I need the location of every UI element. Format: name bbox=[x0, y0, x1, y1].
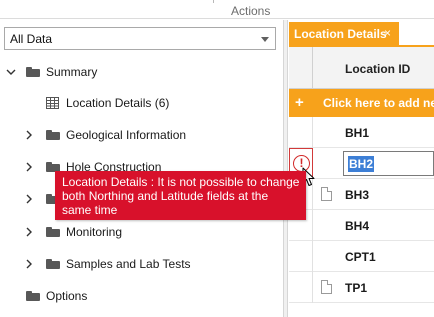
location-id-editor[interactable]: BH2 bbox=[343, 151, 434, 176]
chevron-expanded-icon[interactable] bbox=[6, 67, 16, 77]
tab-location-details[interactable]: Location Details × bbox=[289, 22, 399, 45]
table-row[interactable]: TP1 bbox=[289, 272, 434, 303]
chevron-right-icon[interactable] bbox=[24, 259, 34, 269]
table-row[interactable]: CPT1 bbox=[289, 241, 434, 272]
ribbon-bar: Actions bbox=[0, 0, 434, 19]
chevron-right-icon[interactable] bbox=[24, 130, 34, 140]
tab-title: Location Details bbox=[294, 27, 387, 41]
data-filter-value: All Data bbox=[10, 32, 53, 46]
location-id-cell[interactable]: BH1 bbox=[345, 126, 369, 140]
location-id-cell[interactable]: BH3 bbox=[345, 188, 369, 202]
chevron-right-icon[interactable] bbox=[24, 162, 34, 172]
error-tooltip: Location Details : It is not possible to… bbox=[55, 171, 306, 220]
location-id-cell[interactable]: CPT1 bbox=[345, 250, 376, 264]
chevron-right-icon[interactable] bbox=[24, 194, 34, 204]
folder-icon bbox=[46, 227, 60, 237]
tree-item-location-details[interactable]: Location Details (6) bbox=[0, 93, 283, 113]
ribbon-group-label: Actions bbox=[231, 4, 271, 18]
close-icon[interactable]: × bbox=[384, 26, 391, 40]
tree-item-samples-lab-tests[interactable]: Samples and Lab Tests bbox=[0, 254, 283, 274]
tree-item-label: Summary bbox=[46, 65, 98, 79]
location-id-cell[interactable]: TP1 bbox=[345, 281, 367, 295]
tree-item-label: Location Details (6) bbox=[66, 96, 170, 110]
row-selector-header bbox=[289, 47, 313, 89]
tree-item-summary[interactable]: Summary bbox=[0, 62, 283, 82]
tree-item-label: Geological Information bbox=[66, 128, 187, 142]
pane-splitter[interactable] bbox=[283, 20, 288, 317]
add-row-label: Click here to add new bbox=[323, 96, 434, 110]
row-selector[interactable] bbox=[289, 272, 313, 303]
error-tooltip-message: Location Details : It is not possible to… bbox=[62, 175, 300, 217]
table-row[interactable]: BH4 bbox=[289, 210, 434, 241]
folder-icon bbox=[26, 67, 40, 77]
location-id-cell[interactable]: BH4 bbox=[345, 219, 369, 233]
chevron-down-icon bbox=[261, 37, 269, 42]
tree-item-label: Monitoring bbox=[66, 225, 123, 239]
ribbon-separator bbox=[213, 0, 214, 3]
document-icon bbox=[321, 187, 332, 201]
folder-icon bbox=[46, 130, 60, 140]
table-row[interactable]: BH1 bbox=[289, 117, 434, 148]
tree-item-label: Samples and Lab Tests bbox=[66, 257, 191, 271]
data-filter-dropdown[interactable]: All Data bbox=[4, 27, 276, 50]
row-selector[interactable] bbox=[289, 241, 313, 272]
document-icon bbox=[321, 280, 332, 294]
tree-item-geological-information[interactable]: Geological Information bbox=[0, 125, 283, 145]
folder-icon bbox=[26, 291, 40, 301]
selected-text: BH2 bbox=[348, 156, 375, 172]
add-new-row[interactable]: + Click here to add new bbox=[289, 89, 434, 117]
chevron-right-icon[interactable] bbox=[24, 227, 34, 237]
tree-item-monitoring[interactable]: Monitoring bbox=[0, 222, 283, 242]
plus-icon: + bbox=[295, 94, 304, 111]
table-icon bbox=[46, 97, 59, 109]
row-selector[interactable] bbox=[289, 117, 313, 148]
column-header-location-id[interactable]: Location ID bbox=[345, 62, 410, 76]
grid-header: Location ID bbox=[289, 47, 434, 89]
tree-item-options[interactable]: Options bbox=[0, 286, 283, 306]
tree-item-label: Options bbox=[46, 289, 88, 303]
folder-icon bbox=[46, 259, 60, 269]
